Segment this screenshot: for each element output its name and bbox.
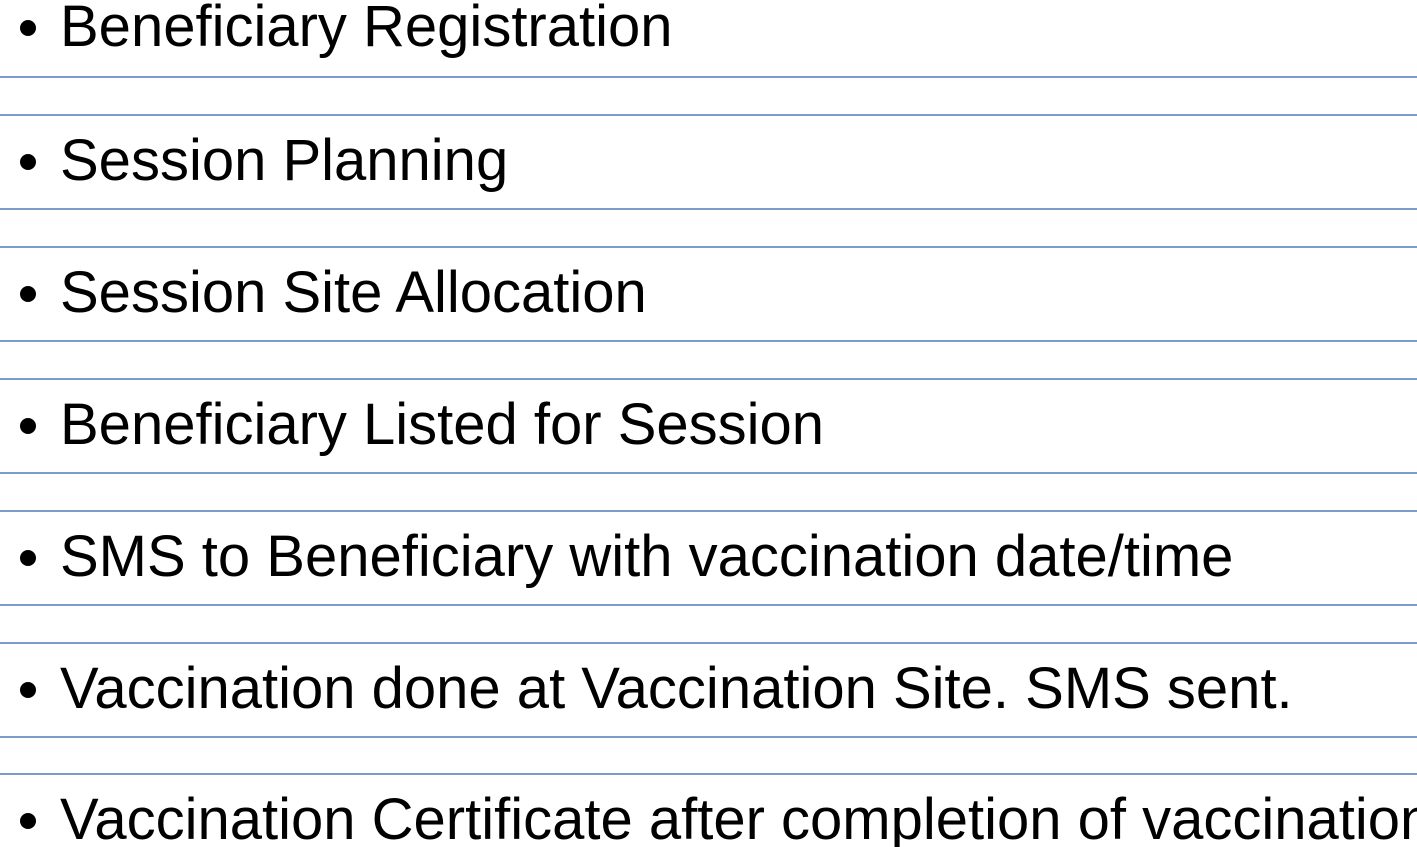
list-item: Session Planning — [0, 114, 1417, 210]
bullet-icon — [20, 813, 36, 829]
list-item: Beneficiary Listed for Session — [0, 378, 1417, 474]
list-item: Vaccination done at Vaccination Site. SM… — [0, 642, 1417, 738]
list-item-text: Vaccination Certificate after completion… — [60, 787, 1417, 847]
bullet-icon — [20, 682, 36, 698]
list-item-text: SMS to Beneficiary with vaccination date… — [60, 524, 1234, 589]
bullet-icon — [20, 154, 36, 170]
list-item-text: Beneficiary Registration — [60, 0, 673, 59]
list-item: SMS to Beneficiary with vaccination date… — [0, 510, 1417, 606]
list-item-text: Session Planning — [60, 128, 509, 193]
bullet-icon — [20, 418, 36, 434]
bullet-icon — [20, 550, 36, 566]
list-item-text: Vaccination done at Vaccination Site. SM… — [60, 656, 1293, 721]
list-item-text: Beneficiary Listed for Session — [60, 392, 825, 457]
list-item-text: Session Site Allocation — [60, 260, 647, 325]
list-item: Beneficiary Registration — [0, 0, 1417, 78]
bullet-icon — [20, 286, 36, 302]
list-item: Vaccination Certificate after completion… — [0, 773, 1417, 847]
list-item: Session Site Allocation — [0, 246, 1417, 342]
bullet-icon — [20, 20, 36, 36]
